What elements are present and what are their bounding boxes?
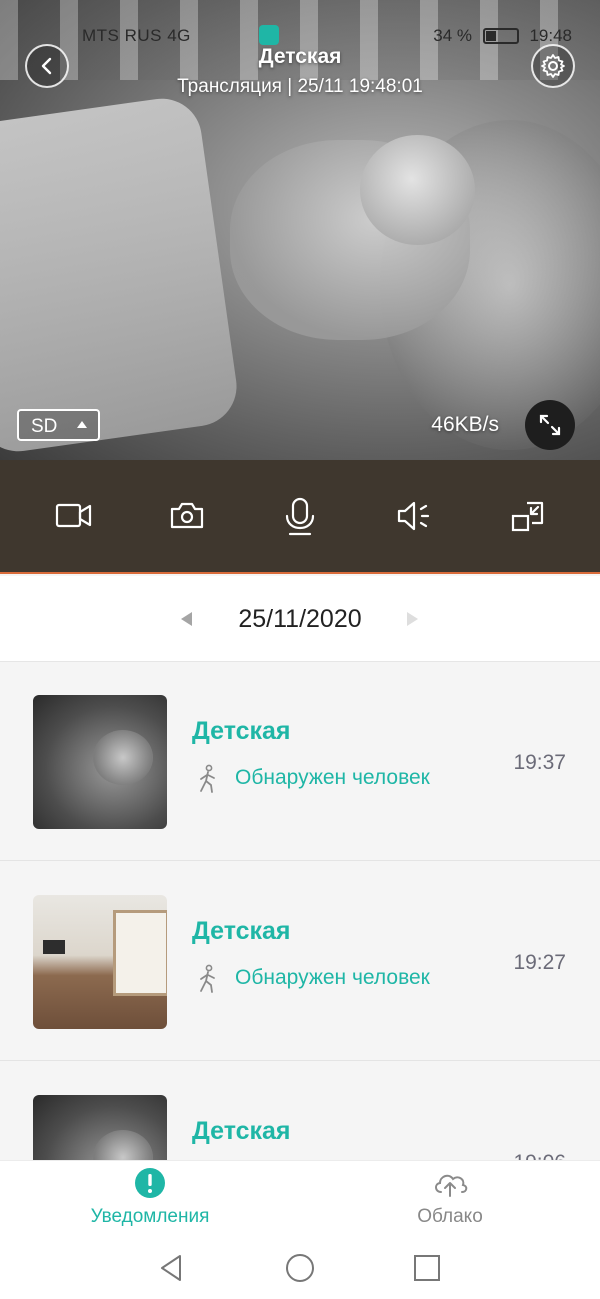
picture-in-picture-icon [511,501,544,532]
thumbnail-tv [43,940,65,954]
fullscreen-button[interactable] [525,400,575,450]
video-camera-icon [55,503,92,528]
event-time: 19:37 [513,751,566,774]
cloud-upload-icon [435,1174,468,1197]
date-label[interactable]: 25/11/2020 [0,605,600,634]
speaker-icon [397,501,430,531]
tab-cloud-label: Облако [417,1206,483,1227]
microphone-icon [285,497,315,536]
tab-cloud[interactable]: Облако [300,1161,600,1239]
status-right: 34 % 19:48 [433,26,572,46]
carrier-label: MTS RUS 4G [82,26,191,45]
event-camera-name: Детская [192,717,291,745]
control-toolbar [0,460,600,574]
battery-icon [482,28,519,44]
event-thumbnail[interactable] [33,1095,167,1160]
record-video-button[interactable] [52,494,96,538]
event-camera-name: Детская [192,917,291,945]
bitrate-label: 46KB/s [431,413,499,436]
event-detection-label: Обнаружен человек [235,966,430,989]
alert-icon [135,1168,165,1198]
walking-person-icon [200,764,215,793]
talk-button[interactable] [278,494,322,538]
date-selector: 25/11/2020 [0,576,600,662]
gear-icon [541,54,565,78]
event-item[interactable]: Детская Обнаружен человек 19:37 [0,662,600,861]
event-time: 19:06 [513,1151,566,1160]
event-item[interactable]: Детская Обнаружен человек 19:27 [0,862,600,1061]
event-detection-label: Обнаружен человек [235,766,430,789]
event-thumbnail[interactable] [33,695,167,829]
events-list[interactable]: Детская Обнаружен человек 19:37 Детская … [0,662,600,1160]
system-home-icon[interactable] [284,1252,316,1284]
speaker-button[interactable] [391,494,435,538]
clock-label: 19:48 [529,26,572,45]
expand-icon [539,414,561,436]
tab-notifications[interactable]: Уведомления [0,1161,300,1239]
battery-label: 34 % [433,26,472,45]
settings-button[interactable] [531,44,575,88]
system-recents-icon[interactable] [411,1252,443,1284]
bottom-navigation: Уведомления Облако [0,1160,600,1239]
snapshot-button[interactable] [165,494,209,538]
system-navigation-bar [0,1238,600,1299]
next-day-arrow-icon[interactable] [407,612,418,626]
pip-button[interactable] [505,494,549,538]
live-video-view[interactable]: MTS RUS 4G 34 % 19:48 Детская Трансляция… [0,0,600,460]
quality-selector[interactable]: SD [17,409,100,441]
tab-notifications-label: Уведомления [90,1206,210,1227]
thumbnail-child [93,730,153,785]
app-notification-icon [259,25,279,45]
walking-person-icon [200,964,215,993]
camera-icon [170,502,204,529]
quality-label: SD [31,416,58,437]
event-camera-name: Детская [192,1117,291,1145]
event-time: 19:27 [513,951,566,974]
video-baby-head [360,135,475,245]
thumbnail-child [93,1130,153,1160]
video-blanket [0,93,242,457]
event-thumbnail[interactable] [33,895,167,1029]
event-item[interactable]: Детская 19:06 [0,1062,600,1160]
camera-title: Детская [258,45,342,68]
thumbnail-window [113,910,167,996]
stream-subtitle: Трансляция | 25/11 19:48:01 [177,76,423,97]
system-back-icon[interactable] [156,1252,188,1284]
caret-up-icon [77,421,87,428]
